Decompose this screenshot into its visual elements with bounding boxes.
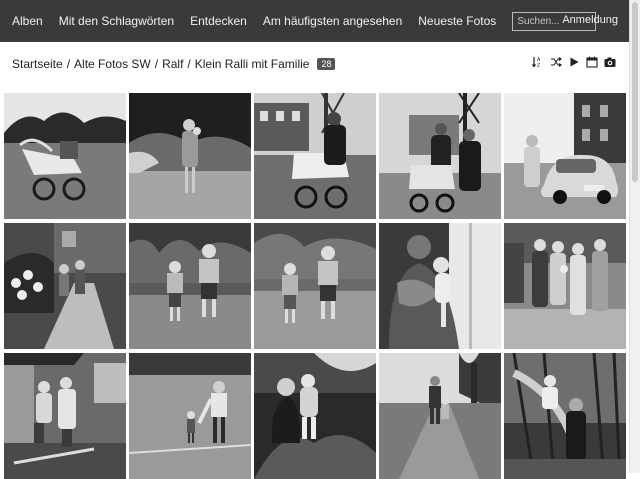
breadcrumb-current-album: Klein Ralli mit Familie [194,57,310,71]
photo-thumbnail[interactable] [129,223,251,349]
photo-thumbnail[interactable] [504,223,626,349]
photo-count-badge: 28 [317,58,336,70]
main-menu: Alben Mit den Schlagwörten Entdecken Am … [12,11,597,31]
photo-thumbnail[interactable] [254,93,376,219]
calendar-icon[interactable] [586,56,598,68]
breadcrumb: Startseite / Alte Fotos SW / Ralf / Klei… [12,57,336,71]
photo-thumbnail[interactable] [129,93,251,219]
breadcrumb-album-alte-fotos[interactable]: Alte Fotos SW [74,57,151,71]
page-scrollbar[interactable] [629,0,640,473]
top-navigation-bar: Alben Mit den Schlagwörten Entdecken Am … [0,0,630,42]
breadcrumb-separator: / [187,57,191,71]
photo-thumbnail[interactable] [254,353,376,479]
breadcrumb-separator: / [66,57,71,71]
scrollbar-thumb[interactable] [632,2,638,182]
photo-thumbnail[interactable] [129,353,251,479]
photo-thumbnail[interactable] [379,223,501,349]
photo-thumbnail[interactable] [4,223,126,349]
slideshow-random-icon[interactable] [550,56,562,68]
login-link[interactable]: Anmeldung [562,14,618,26]
nav-explore[interactable]: Entdecken [190,14,247,28]
photo-thumbnail[interactable] [504,93,626,219]
photo-thumbnail[interactable] [379,353,501,479]
photo-thumbnail[interactable] [4,93,126,219]
breadcrumb-album-ralf[interactable]: Ralf [162,57,183,71]
nav-most-viewed[interactable]: Am häufigsten angesehen [263,14,402,28]
title-bar: Startseite / Alte Fotos SW / Ralf / Klei… [0,42,630,86]
photo-thumbnail[interactable] [254,223,376,349]
photo-thumbnail[interactable] [4,353,126,479]
camera-icon[interactable] [604,56,616,68]
sort-icon[interactable]: AZ [532,56,544,68]
breadcrumb-home[interactable]: Startseite [12,57,63,71]
nav-newest-photos[interactable]: Neueste Fotos [418,14,496,28]
photo-thumbnail[interactable] [379,93,501,219]
svg-text:Z: Z [537,63,540,68]
photo-thumbnail[interactable] [504,353,626,479]
nav-tags[interactable]: Mit den Schlagwörten [59,14,174,28]
album-toolbar: AZ [532,56,616,68]
photo-grid [4,93,628,479]
play-icon[interactable] [568,56,580,68]
breadcrumb-separator: / [154,57,159,71]
nav-albums[interactable]: Alben [12,14,43,28]
